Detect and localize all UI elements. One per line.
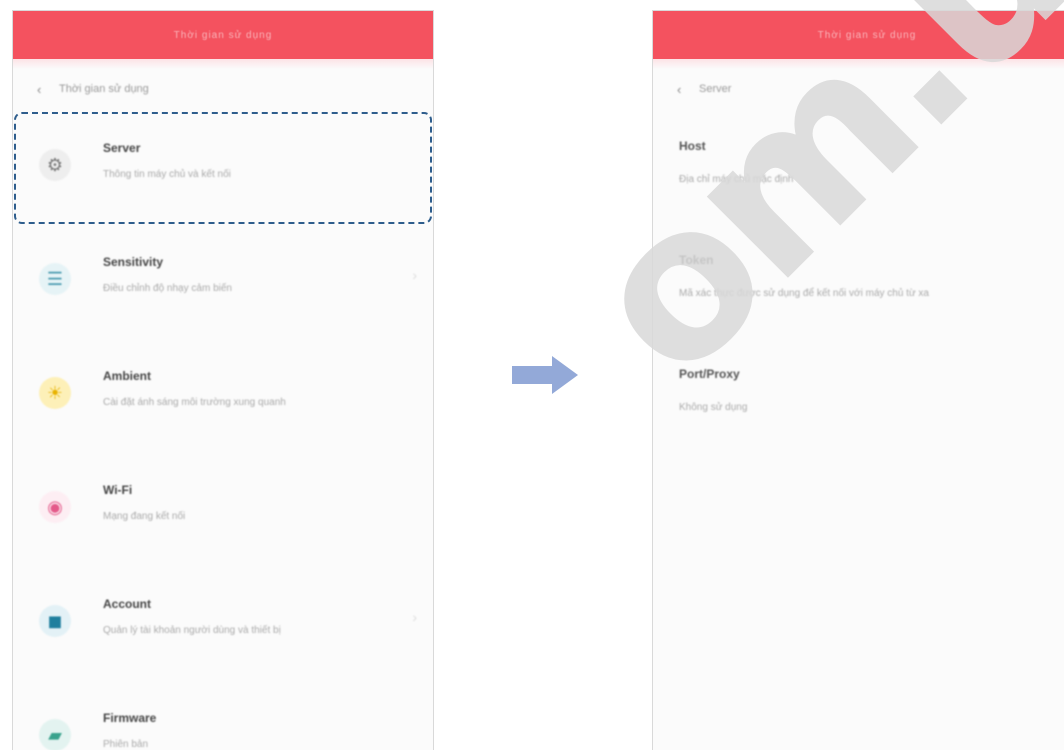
back-row[interactable]: ‹ Server	[653, 69, 1064, 109]
item-description: Mạng đang kết nối	[103, 511, 186, 522]
field-label: Host	[679, 139, 706, 153]
field-value[interactable]: Địa chỉ máy chủ mặc định	[679, 171, 969, 189]
sun-icon: ☀	[39, 377, 71, 409]
header-gradient	[13, 59, 433, 69]
header-title: Thời gian sử dụng	[817, 29, 917, 41]
field-value[interactable]: Không sử dụng	[679, 399, 969, 417]
list-item-sensitivity[interactable]: ☰ Sensitivity Điều chỉnh độ nhạy cảm biế…	[13, 237, 433, 327]
field-token[interactable]: Token Mã xác thực được sử dụng để kết nố…	[679, 253, 969, 303]
field-value[interactable]: Mã xác thực được sử dụng để kết nối với …	[679, 285, 969, 303]
item-title: Firmware	[103, 711, 157, 725]
field-label: Port/Proxy	[679, 367, 740, 381]
list-item-ambient[interactable]: ☀ Ambient Cài đặt ánh sáng môi trường xu…	[13, 351, 433, 441]
item-title: Sensitivity	[103, 255, 164, 269]
field-host[interactable]: Host Địa chỉ máy chủ mặc định	[679, 139, 969, 189]
item-title: Ambient	[103, 369, 151, 383]
highlight-box	[14, 112, 432, 224]
item-description: Cài đặt ánh sáng môi trường xung quanh	[103, 397, 286, 408]
transition-arrow-icon	[512, 356, 578, 394]
item-description: Điều chỉnh độ nhạy cảm biến	[103, 283, 232, 294]
list-item-account[interactable]: ◼ Account Quản lý tài khoản người dùng v…	[13, 579, 433, 669]
item-title: Account	[103, 597, 151, 611]
list-item-wifi[interactable]: ◉ Wi-Fi Mạng đang kết nối	[13, 465, 433, 555]
back-label: Thời gian sử dụng	[59, 83, 149, 95]
back-row[interactable]: ‹ Thời gian sử dụng	[13, 69, 433, 109]
item-title: Wi-Fi	[103, 483, 133, 497]
chevron-right-icon: ›	[412, 267, 417, 283]
back-arrow-icon[interactable]: ‹	[37, 82, 51, 97]
field-label: Token	[679, 253, 714, 267]
chevron-right-icon: ›	[412, 609, 417, 625]
field-port-proxy[interactable]: Port/Proxy Không sử dụng	[679, 367, 969, 417]
folder-icon: ▰	[39, 719, 71, 750]
back-label: Server	[699, 83, 732, 95]
back-arrow-icon[interactable]: ‹	[677, 82, 691, 97]
wifi-icon: ◉	[39, 491, 71, 523]
camera-icon: ◼	[39, 605, 71, 637]
header-title: Thời gian sử dụng	[173, 29, 273, 41]
item-description: Quản lý tài khoản người dùng và thiết bị	[103, 625, 281, 636]
server-detail-screen: Thời gian sử dụng ‹ Server Host Địa chỉ …	[652, 10, 1064, 750]
status-header: Thời gian sử dụng	[653, 11, 1064, 59]
status-header: Thời gian sử dụng	[13, 11, 433, 59]
sliders-icon: ☰	[39, 263, 71, 295]
header-gradient	[653, 59, 1064, 69]
list-item-firmware[interactable]: ▰ Firmware Phiên bản	[13, 693, 433, 750]
item-description: Phiên bản	[103, 739, 149, 750]
